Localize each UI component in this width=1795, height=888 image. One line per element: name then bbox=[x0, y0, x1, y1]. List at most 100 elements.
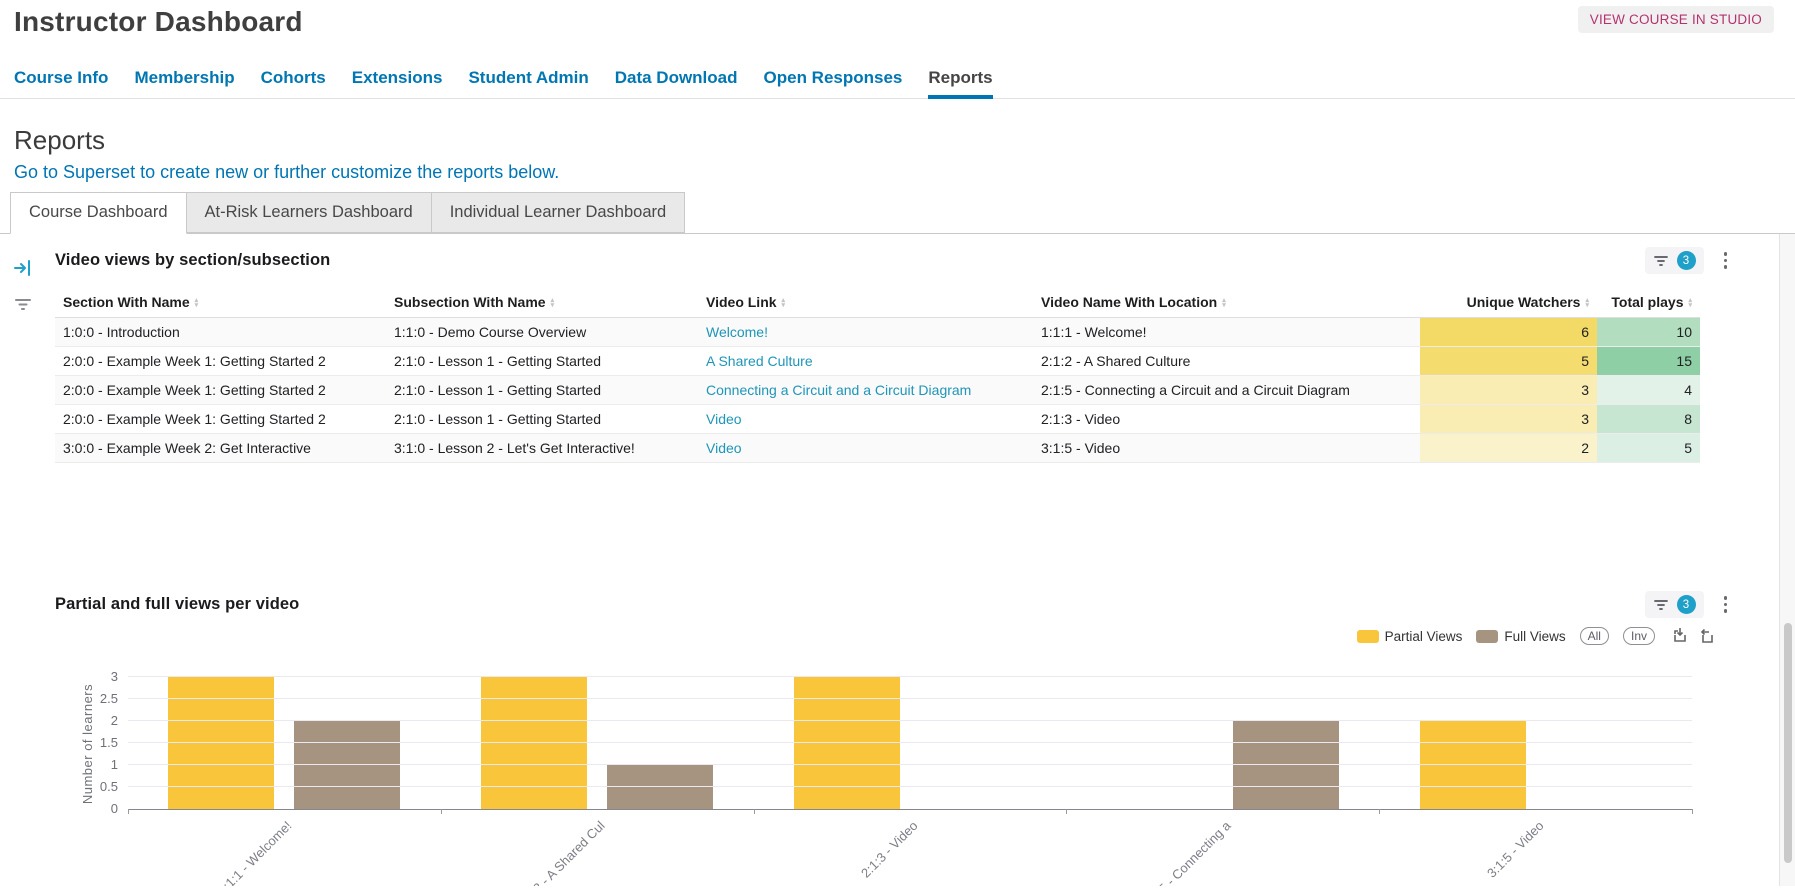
nav-item-cohorts[interactable]: Cohorts bbox=[261, 62, 326, 98]
subsection-cell: 2:1:0 - Lesson 1 - Getting Started bbox=[386, 347, 698, 376]
bar-full-views bbox=[1233, 721, 1339, 809]
superset-link[interactable]: Go to Superset to create new or further … bbox=[14, 162, 559, 183]
total-plays-cell: 8 bbox=[1597, 405, 1700, 434]
legend-label: Full Views bbox=[1504, 629, 1565, 644]
bar-partial-views bbox=[1420, 721, 1526, 809]
video-name-cell: 2:1:2 - A Shared Culture bbox=[1033, 347, 1420, 376]
column-header[interactable]: Total plays▴▾ bbox=[1597, 287, 1700, 318]
video-link-cell: Video bbox=[698, 405, 1033, 434]
filter-count-badge: 3 bbox=[1677, 595, 1696, 614]
nav-item-course-info[interactable]: Course Info bbox=[14, 62, 108, 98]
zoom-select-icon[interactable] bbox=[1671, 628, 1688, 645]
legend-swatch bbox=[1476, 630, 1498, 643]
video-link[interactable]: Video bbox=[706, 411, 742, 427]
x-axis-label: 1:1:1 - Welcome! bbox=[115, 818, 295, 886]
video-link-cell: Welcome! bbox=[698, 318, 1033, 347]
bar-full-views bbox=[607, 765, 713, 809]
scrollbar-thumb[interactable] bbox=[1784, 623, 1792, 863]
nav-item-membership[interactable]: Membership bbox=[134, 62, 234, 98]
reports-heading: Reports bbox=[14, 125, 1781, 156]
video-views-table: Section With Name▴▾Subsection With Name▴… bbox=[55, 287, 1700, 463]
x-axis-label: 2:1:3 - Video bbox=[740, 818, 920, 886]
sort-icon: ▴▾ bbox=[782, 298, 786, 308]
nav-item-open-responses[interactable]: Open Responses bbox=[764, 62, 903, 98]
column-header[interactable]: Subsection With Name▴▾ bbox=[386, 287, 698, 318]
chart-card-title: Partial and full views per video bbox=[55, 595, 299, 614]
funnel-icon bbox=[1653, 253, 1669, 269]
x-axis-labels: 1:1:1 - Welcome!2:1:2 - A Shared Cul2:1:… bbox=[128, 810, 1692, 886]
more-options-icon[interactable] bbox=[1718, 594, 1734, 615]
tab-at-risk-learners-dashboard[interactable]: At-Risk Learners Dashboard bbox=[187, 192, 432, 233]
bar-partial-views bbox=[481, 677, 587, 809]
nav-item-data-download[interactable]: Data Download bbox=[615, 62, 738, 98]
dashboard-body: Video views by section/subsection 3 bbox=[0, 234, 1795, 886]
nav-item-reports[interactable]: Reports bbox=[928, 62, 992, 98]
bar-group bbox=[1066, 721, 1379, 809]
y-axis-label: Number of learners bbox=[80, 664, 96, 824]
expand-filters-icon[interactable] bbox=[13, 258, 33, 278]
sort-icon: ▴▾ bbox=[195, 298, 199, 308]
table-filter-chip[interactable]: 3 bbox=[1645, 247, 1704, 274]
gridline bbox=[128, 742, 1692, 743]
sort-icon: ▴▾ bbox=[1222, 298, 1226, 308]
view-course-in-studio-button[interactable]: VIEW COURSE IN STUDIO bbox=[1578, 6, 1774, 33]
column-header[interactable]: Unique Watchers▴▾ bbox=[1420, 287, 1597, 318]
bar-group bbox=[1379, 721, 1692, 809]
tab-course-dashboard[interactable]: Course Dashboard bbox=[10, 192, 187, 234]
gridline bbox=[128, 764, 1692, 765]
column-header[interactable]: Video Link▴▾ bbox=[698, 287, 1033, 318]
unique-watchers-cell: 3 bbox=[1420, 405, 1597, 434]
total-plays-cell: 10 bbox=[1597, 318, 1700, 347]
legend-item-partial-views[interactable]: Partial Views bbox=[1357, 629, 1463, 644]
x-tick bbox=[1692, 809, 1693, 814]
chart-legend: Partial Views Full Views All Inv bbox=[55, 627, 1715, 645]
y-tick-label: 0 bbox=[111, 801, 118, 816]
section-cell: 2:0:0 - Example Week 1: Getting Started … bbox=[55, 347, 386, 376]
video-link[interactable]: Connecting a Circuit and a Circuit Diagr… bbox=[706, 382, 971, 398]
sort-icon: ▴▾ bbox=[1688, 298, 1692, 308]
page-header: Instructor Dashboard VIEW COURSE IN STUD… bbox=[0, 0, 1795, 40]
video-views-table-card: Video views by section/subsection 3 bbox=[55, 247, 1763, 463]
unique-watchers-cell: 3 bbox=[1420, 376, 1597, 405]
sort-icon: ▴▾ bbox=[551, 298, 555, 308]
filter-funnel-icon[interactable] bbox=[13, 294, 33, 314]
video-link-cell: Video bbox=[698, 434, 1033, 463]
more-options-icon[interactable] bbox=[1718, 250, 1734, 271]
video-link-cell: A Shared Culture bbox=[698, 347, 1033, 376]
nav-item-extensions[interactable]: Extensions bbox=[352, 62, 443, 98]
tab-individual-learner-dashboard[interactable]: Individual Learner Dashboard bbox=[432, 192, 685, 233]
legend-inv-button[interactable]: Inv bbox=[1623, 627, 1655, 645]
video-name-cell: 1:1:1 - Welcome! bbox=[1033, 318, 1420, 347]
legend-item-full-views[interactable]: Full Views bbox=[1476, 629, 1565, 644]
bar-partial-views bbox=[168, 677, 274, 809]
filter-rail bbox=[0, 234, 45, 886]
chart-filter-chip[interactable]: 3 bbox=[1645, 591, 1704, 618]
total-plays-cell: 15 bbox=[1597, 347, 1700, 376]
video-link[interactable]: Welcome! bbox=[706, 324, 768, 340]
subsection-cell: 1:1:0 - Demo Course Overview bbox=[386, 318, 698, 347]
video-name-cell: 2:1:3 - Video bbox=[1033, 405, 1420, 434]
video-link[interactable]: A Shared Culture bbox=[706, 353, 813, 369]
y-tick-label: 1.5 bbox=[100, 735, 118, 750]
y-tick-label: 1 bbox=[111, 757, 118, 772]
gridline bbox=[128, 698, 1692, 699]
y-tick-label: 2 bbox=[111, 713, 118, 728]
subsection-cell: 2:1:0 - Lesson 1 - Getting Started bbox=[386, 376, 698, 405]
video-link-cell: Connecting a Circuit and a Circuit Diagr… bbox=[698, 376, 1033, 405]
video-link[interactable]: Video bbox=[706, 440, 742, 456]
zoom-reset-icon[interactable] bbox=[1698, 628, 1715, 645]
nav-item-student-admin[interactable]: Student Admin bbox=[468, 62, 588, 98]
table-row: 1:0:0 - Introduction1:1:0 - Demo Course … bbox=[55, 318, 1700, 347]
unique-watchers-cell: 2 bbox=[1420, 434, 1597, 463]
column-header[interactable]: Video Name With Location▴▾ bbox=[1033, 287, 1420, 318]
table-row: 2:0:0 - Example Week 1: Getting Started … bbox=[55, 347, 1700, 376]
video-name-cell: 2:1:5 - Connecting a Circuit and a Circu… bbox=[1033, 376, 1420, 405]
dashboard-content: Video views by section/subsection 3 bbox=[45, 234, 1779, 886]
column-header[interactable]: Section With Name▴▾ bbox=[55, 287, 386, 318]
gridline bbox=[128, 676, 1692, 677]
table-row: 2:0:0 - Example Week 1: Getting Started … bbox=[55, 376, 1700, 405]
instructor-nav: Course Info Membership Cohorts Extensions St… bbox=[0, 62, 1795, 99]
legend-label: Partial Views bbox=[1385, 629, 1463, 644]
legend-all-button[interactable]: All bbox=[1580, 627, 1609, 645]
legend-swatch bbox=[1357, 630, 1379, 643]
